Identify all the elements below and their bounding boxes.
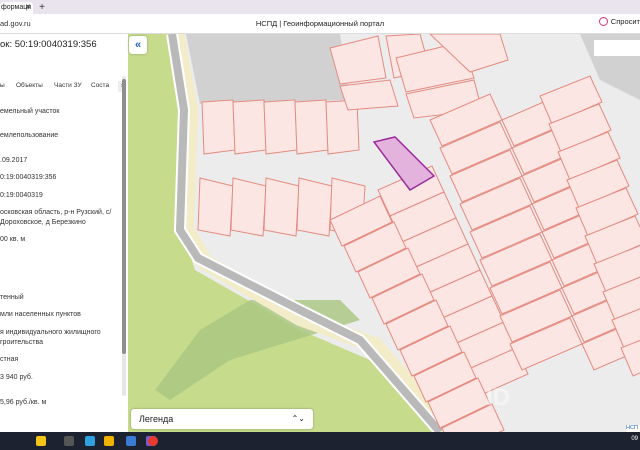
- map-canvas[interactable]: ID: [128, 34, 640, 432]
- chevron-updown-icon: ⌃⌄: [291, 414, 305, 423]
- parcel[interactable]: [197, 177, 234, 237]
- field-date: .09.2017: [0, 157, 28, 164]
- taskbar-clock: 09: [631, 436, 638, 442]
- field-subtype: емлепользование: [0, 132, 59, 139]
- field-area: 00 кв. м: [0, 236, 26, 243]
- yandex-browser-icon[interactable]: [148, 436, 158, 446]
- field-permitted-use: я индивидуального жилищного гроительства: [0, 329, 101, 346]
- taskbar: 09: [0, 432, 640, 450]
- parcel-info-panel: ок: 50:19:0040319:356 ы Объекты Части ЗУ…: [0, 34, 129, 432]
- field-specific-value: 5,96 руб./кв. м: [0, 399, 47, 406]
- field-ownership: стная: [0, 356, 19, 363]
- sparkle-icon[interactable]: [36, 436, 46, 446]
- close-tab-icon[interactable]: ✕: [24, 2, 31, 14]
- field-category: мли населенных пунктов: [0, 311, 81, 318]
- field-cadastral-value: 3 940 руб.: [0, 374, 33, 381]
- built-area: [186, 34, 350, 104]
- field-cadastral-number: 0:19:0040319:356: [0, 174, 57, 181]
- map-toolbar[interactable]: [594, 40, 640, 56]
- ask-button-label: Спросит: [610, 17, 640, 26]
- panel-tabs: ы Объекты Части ЗУ Соста ›: [0, 81, 128, 94]
- panel-scrollbar-thumb[interactable]: [122, 79, 126, 354]
- field-quarter: 0:19:0040319: [0, 192, 43, 199]
- parcel[interactable]: [296, 177, 333, 237]
- panel-title: ок: 50:19:0040319:356: [0, 39, 97, 50]
- watermark: ID: [486, 384, 510, 411]
- address-bar: ad.gov.ru НСПД | Геоинформационный порта…: [0, 14, 640, 34]
- parcel[interactable]: [263, 177, 300, 237]
- store-icon[interactable]: [126, 436, 136, 446]
- parcel[interactable]: [263, 99, 298, 155]
- tab-parts[interactable]: Части ЗУ: [54, 82, 82, 89]
- tab-composition[interactable]: Соста: [91, 82, 109, 89]
- field-address: осковская область, р-н Рузский, с/ Дорох…: [0, 209, 112, 226]
- map-layer: [128, 34, 640, 432]
- ask-button[interactable]: Спросит: [598, 17, 640, 26]
- parcel[interactable]: [294, 99, 329, 155]
- selected-parcel[interactable]: [372, 136, 436, 191]
- alice-icon: [598, 17, 608, 26]
- parcel[interactable]: [201, 99, 236, 155]
- tab-strip: формаци ✕ +: [0, 0, 640, 14]
- edge-icon[interactable]: [85, 436, 95, 446]
- collapse-panel-button[interactable]: «: [129, 36, 147, 54]
- parcel[interactable]: [230, 177, 267, 237]
- tab-objects[interactable]: Объекты: [16, 82, 43, 89]
- field-status: тенный: [0, 294, 24, 301]
- parcel[interactable]: [339, 79, 399, 111]
- parcel[interactable]: [232, 99, 267, 155]
- folder-icon[interactable]: [104, 436, 114, 446]
- nspd-badge: НСП: [626, 425, 640, 432]
- page-title: НСПД | Геоинформационный портал: [255, 19, 385, 28]
- legend-dropdown[interactable]: Легенда ⌃⌄: [131, 409, 313, 429]
- tab-info[interactable]: ы: [0, 82, 5, 89]
- legend-label: Легенда: [139, 414, 174, 424]
- browser-tab[interactable]: формаци ✕: [0, 2, 33, 14]
- new-tab-button[interactable]: +: [37, 3, 47, 13]
- search-icon[interactable]: [64, 436, 74, 446]
- field-object-type: емельный участок: [0, 108, 60, 115]
